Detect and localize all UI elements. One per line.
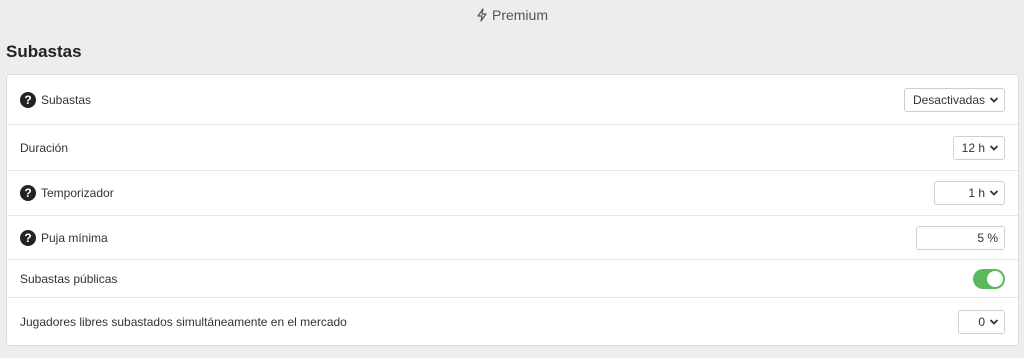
setting-row-min-bid: ? Puja mínima (7, 216, 1018, 260)
premium-link[interactable]: Premium (0, 0, 1024, 30)
setting-row-duration: Duración 12 h (7, 125, 1018, 171)
timer-select[interactable]: 1 h (934, 181, 1005, 205)
section-title: Subastas (6, 42, 82, 61)
duration-label: Duración (20, 140, 69, 155)
chevron-down-icon (989, 318, 999, 326)
timer-value: 1 h (968, 186, 985, 200)
auctions-label: Subastas (41, 92, 92, 107)
public-auctions-label: Subastas públicas (20, 271, 118, 286)
setting-row-timer: ? Temporizador 1 h (7, 171, 1018, 216)
help-icon[interactable]: ? (20, 91, 36, 108)
auctions-select[interactable]: Desactivadas (903, 87, 1005, 112)
setting-row-free-players: Jugadores libres subastados simultáneame… (7, 298, 1018, 346)
chevron-down-icon (989, 189, 999, 197)
chevron-down-icon (989, 96, 999, 104)
min-bid-label: Puja mínima (41, 230, 108, 245)
free-players-label: Jugadores libres subastados simultáneame… (20, 315, 347, 329)
free-players-value: 0 (978, 315, 985, 329)
setting-row-auctions: ? Subastas Desactivadas (7, 75, 1018, 125)
premium-label: Premium (491, 7, 548, 23)
public-auctions-toggle[interactable] (973, 268, 1005, 289)
toggle-knob (987, 270, 1003, 287)
min-bid-input[interactable] (916, 225, 1005, 250)
help-icon[interactable]: ? (20, 185, 36, 201)
bolt-icon (476, 8, 488, 22)
timer-label: Temporizador (41, 186, 114, 200)
free-players-select[interactable]: 0 (958, 310, 1005, 334)
settings-card: ? Subastas Desactivadas Duración 12 h ? … (6, 74, 1019, 346)
setting-row-public-auctions: Subastas públicas (7, 260, 1018, 298)
duration-select[interactable]: 12 h (952, 135, 1005, 160)
auctions-value: Desactivadas (912, 92, 985, 107)
help-icon[interactable]: ? (20, 229, 36, 246)
chevron-down-icon (989, 144, 999, 152)
duration-value: 12 h (961, 140, 985, 155)
